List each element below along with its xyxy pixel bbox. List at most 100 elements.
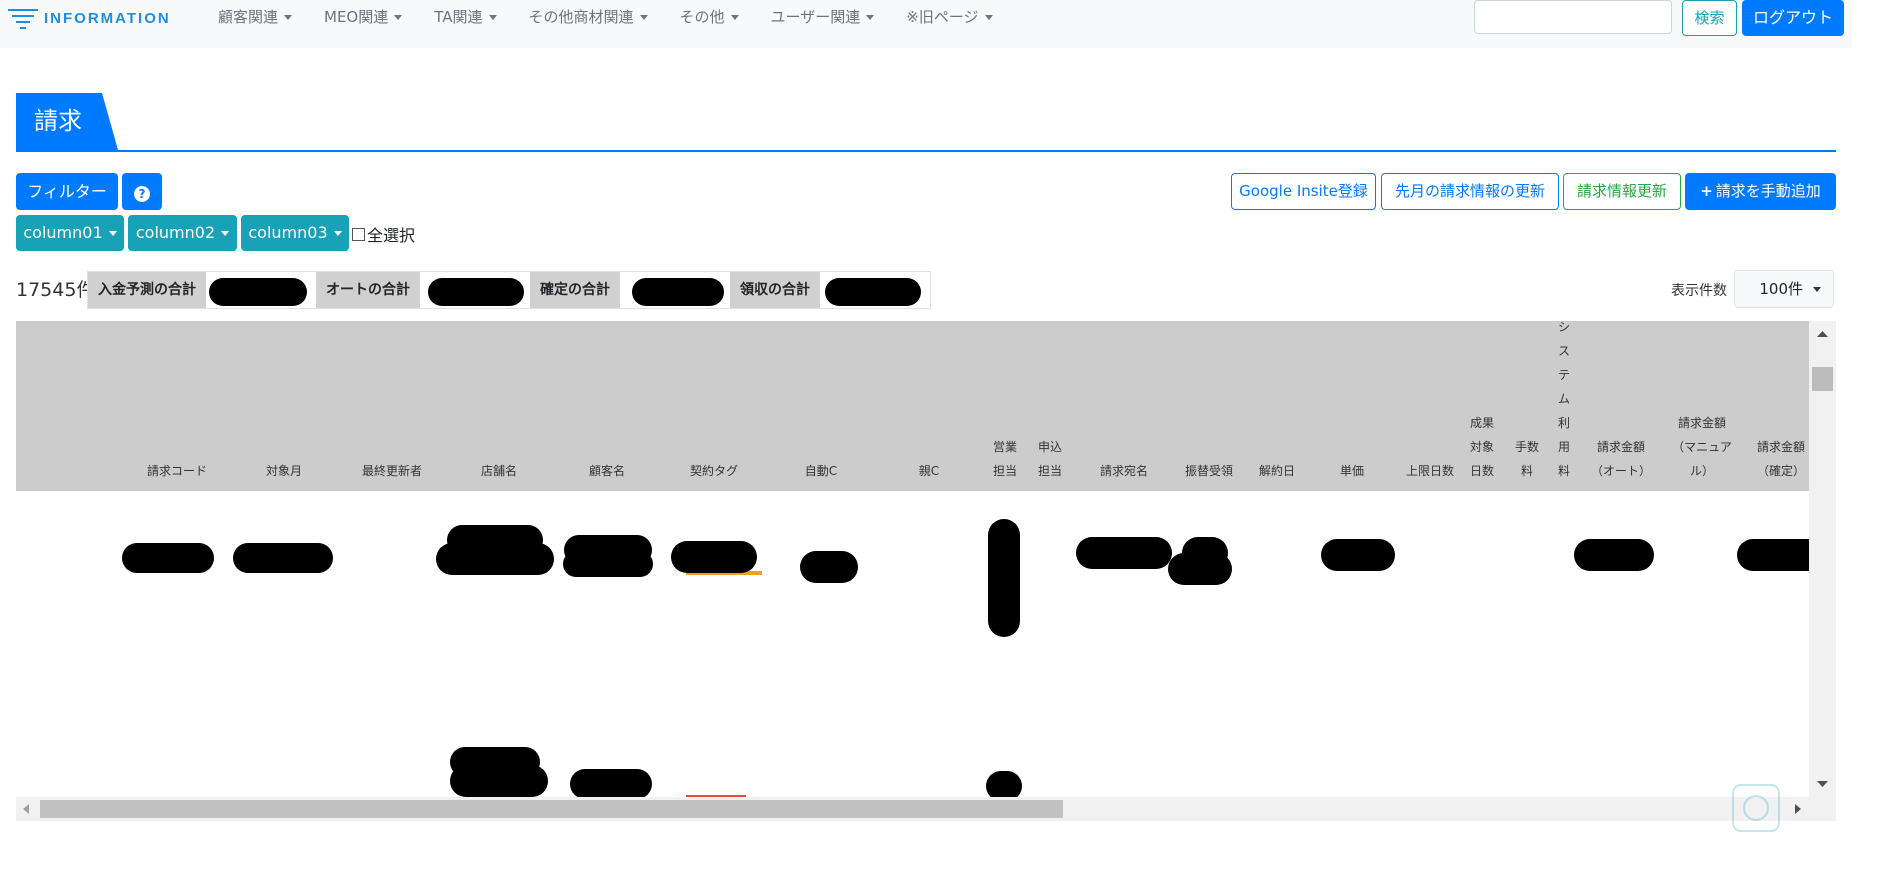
column-header[interactable]: 最終更新者 xyxy=(362,459,422,483)
add-billing-manual-button[interactable]: + 請求を手動追加 xyxy=(1685,173,1836,210)
vertical-scroll-thumb[interactable] xyxy=(1812,367,1833,391)
plus-icon: + xyxy=(1700,182,1713,200)
column-header[interactable]: 営業 担当 xyxy=(993,435,1017,483)
column-header[interactable]: 請求宛名 xyxy=(1100,459,1148,483)
help-button[interactable]: ? xyxy=(122,173,162,210)
column-header[interactable]: 申込 担当 xyxy=(1038,435,1062,483)
update-billing-button[interactable]: 請求情報更新 xyxy=(1563,173,1681,210)
top-navbar: INFORMATION 顧客関連 MEO関連 TA関連 その他商材関連 その他 … xyxy=(0,0,1852,48)
redaction xyxy=(122,543,214,573)
per-page-value: 100件 xyxy=(1759,280,1803,298)
floating-widget-icon[interactable] xyxy=(1732,784,1780,832)
brand-logo[interactable]: INFORMATION xyxy=(8,4,171,32)
scroll-right-icon[interactable] xyxy=(1790,797,1806,821)
nav-menu-meo[interactable]: MEO関連 xyxy=(324,6,403,27)
column-header[interactable]: 振替受領 xyxy=(1185,459,1233,483)
menu-lines-icon xyxy=(8,9,38,29)
page-title: 請求 xyxy=(16,93,118,150)
column-header[interactable]: 解約日 xyxy=(1259,459,1295,483)
total-expected-label: 入金予測の合計 xyxy=(88,272,206,308)
horizontal-scroll-thumb[interactable] xyxy=(40,800,1063,818)
logout-button[interactable]: ログアウト xyxy=(1742,0,1844,36)
column03-dropdown[interactable]: column03 xyxy=(241,215,349,251)
record-count: 17545件 xyxy=(16,279,96,301)
column-header[interactable]: 上限日数 xyxy=(1406,459,1454,483)
select-all-label: 全選択 xyxy=(367,226,416,245)
totals-bar: 入金予測の合計 オートの合計 確定の合計 領収の合計 xyxy=(87,271,931,309)
column-header[interactable]: 請求金額 （オート） xyxy=(1591,435,1651,483)
caret-down-icon xyxy=(866,15,875,20)
caret-down-icon xyxy=(333,231,342,236)
nav-menu-label: TA関連 xyxy=(434,8,483,26)
redaction xyxy=(1076,537,1172,569)
redaction xyxy=(825,278,921,306)
column-header[interactable]: 契約タグ xyxy=(690,459,738,483)
google-insite-register-button[interactable]: Google Insite登録 xyxy=(1231,173,1376,210)
total-expected-value xyxy=(206,272,316,308)
total-auto-value xyxy=(420,272,530,308)
scroll-up-icon[interactable] xyxy=(1809,327,1836,341)
brand-logo-text: INFORMATION xyxy=(44,9,171,27)
column-header[interactable]: シ ス テ ム 利 用 料 xyxy=(1558,321,1570,483)
vertical-scrollbar[interactable] xyxy=(1809,321,1836,797)
redaction xyxy=(209,278,307,306)
per-page-label: 表示件数 xyxy=(1671,283,1727,299)
nav-menu-user[interactable]: ユーザー関連 xyxy=(771,6,875,27)
redaction xyxy=(428,278,524,306)
column-header[interactable]: 手数 料 xyxy=(1515,435,1539,483)
total-confirmed-label: 確定の合計 xyxy=(530,272,620,308)
column-header[interactable]: 顧客名 xyxy=(589,459,625,483)
nav-menu-ta[interactable]: TA関連 xyxy=(434,6,497,27)
search-button[interactable]: 検索 xyxy=(1682,0,1737,36)
nav-search-input[interactable] xyxy=(1474,0,1672,34)
redaction xyxy=(632,278,724,306)
nav-menu-label: ※旧ページ xyxy=(906,8,979,26)
checkbox-box[interactable] xyxy=(352,227,365,241)
filter-button[interactable]: フィルター xyxy=(16,173,118,210)
redaction xyxy=(800,551,858,583)
scroll-down-icon[interactable] xyxy=(1809,777,1836,791)
redaction xyxy=(671,541,757,573)
caret-down-icon xyxy=(984,15,993,20)
column-header[interactable]: 単価 xyxy=(1340,459,1364,483)
per-page-select[interactable]: 100件 xyxy=(1734,270,1834,308)
redaction xyxy=(1321,539,1395,571)
caret-down-icon xyxy=(284,15,293,20)
page-title-bar: 請求 xyxy=(16,93,1836,152)
caret-down-icon xyxy=(730,15,739,20)
nav-menu-other[interactable]: その他 xyxy=(680,6,739,27)
nav-menu-other-products[interactable]: その他商材関連 xyxy=(529,6,648,27)
nav-menu-label: MEO関連 xyxy=(324,8,389,26)
column-header[interactable]: 対象月 xyxy=(266,459,302,483)
column-header[interactable]: 親C xyxy=(919,459,939,483)
redaction xyxy=(1168,553,1232,585)
column02-dropdown[interactable]: column02 xyxy=(128,215,237,251)
horizontal-scrollbar[interactable] xyxy=(16,797,1836,821)
column01-dropdown[interactable]: column01 xyxy=(16,215,124,251)
total-received-label: 領収の合計 xyxy=(730,272,820,308)
nav-menu-legacy[interactable]: ※旧ページ xyxy=(906,6,993,27)
redaction xyxy=(570,769,652,799)
column-button-label: column02 xyxy=(135,223,216,242)
caret-down-icon xyxy=(108,231,117,236)
column-header[interactable]: 店舗名 xyxy=(481,459,517,483)
caret-down-icon xyxy=(1813,287,1821,292)
column-header[interactable]: 自動C xyxy=(805,459,837,483)
update-last-month-button[interactable]: 先月の請求情報の更新 xyxy=(1381,173,1559,210)
column-header[interactable]: 請求金額 （確定） xyxy=(1757,435,1805,483)
nav-menu-customer[interactable]: 顧客関連 xyxy=(218,6,293,27)
table-header: 請求コード 対象月 最終更新者 店舗名 顧客名 契約タグ 自動C 親C 営業 担… xyxy=(16,321,1809,491)
table-row[interactable] xyxy=(16,491,1836,691)
redaction xyxy=(1574,539,1654,571)
add-billing-manual-label: 請求を手動追加 xyxy=(1715,182,1821,200)
nav-menu-label: 顧客関連 xyxy=(218,8,279,26)
column-header[interactable]: 請求金額 （マニュア ル） xyxy=(1672,411,1732,483)
select-all-checkbox[interactable]: 全選択 xyxy=(352,222,415,246)
table-row[interactable] xyxy=(16,721,1809,801)
caret-down-icon xyxy=(221,231,230,236)
scroll-left-icon[interactable] xyxy=(18,797,34,821)
column-header[interactable]: 請求コード xyxy=(147,459,207,483)
column-button-label: column01 xyxy=(23,223,103,242)
redaction xyxy=(233,543,333,573)
column-header[interactable]: 成果 対象 日数 xyxy=(1470,411,1494,483)
